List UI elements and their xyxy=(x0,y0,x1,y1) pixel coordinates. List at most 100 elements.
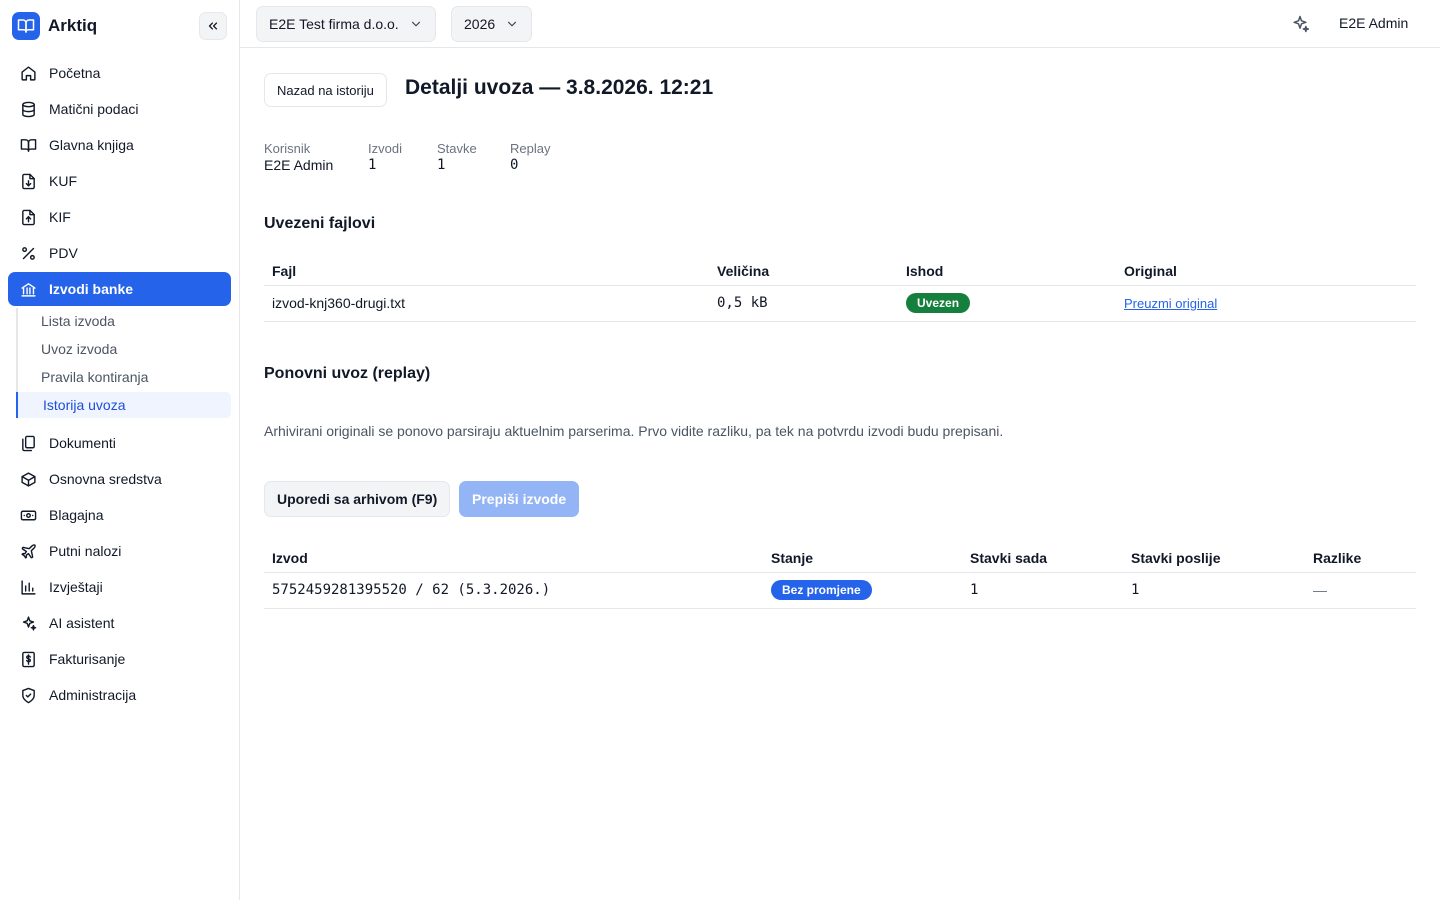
plane-icon xyxy=(21,543,36,559)
sidebar-item-label: Fakturisanje xyxy=(49,651,126,667)
file-size: 0,5 kB xyxy=(709,285,898,322)
sidebar-item-dokumenti[interactable]: Dokumenti xyxy=(8,426,231,460)
items-now: 1 xyxy=(962,572,1123,609)
differences: — xyxy=(1305,572,1416,609)
book-icon xyxy=(20,138,37,152)
replay-title: Ponovni uvoz (replay) xyxy=(264,365,431,382)
column-header: Ishod xyxy=(898,255,1116,286)
replay-table: Izvod Stanje Stavki sada Stavki poslije … xyxy=(264,542,1416,609)
sparkle-icon xyxy=(22,615,37,631)
meta-label: Izvodi xyxy=(368,141,402,156)
meta-value: 1 xyxy=(437,157,446,173)
user-menu[interactable]: E2E Admin xyxy=(1339,15,1408,31)
status-badge: Uvezen xyxy=(906,293,971,313)
sidebar-item-izvjestaji[interactable]: Izvještaji xyxy=(8,570,231,604)
chevron-down-icon xyxy=(508,21,517,27)
sidebar-item-pdv[interactable]: PDV xyxy=(8,236,231,270)
statement-id: 5752459281395520 / 62 (5.3.2026.) xyxy=(264,572,763,609)
sidebar-subitem-lista-izvoda[interactable]: Lista izvoda xyxy=(16,308,231,334)
company-select-value: E2E Test firma d.o.o. xyxy=(269,16,399,32)
sidebar: Arktiq Početna Matični podaci Glavna knj… xyxy=(0,0,240,900)
sidebar-subitem-pravila-kontiranja[interactable]: Pravila kontiranja xyxy=(16,364,231,390)
state-cell: Bez promjene xyxy=(763,572,962,609)
sidebar-item-maticni-podaci[interactable]: Matični podaci xyxy=(8,92,231,126)
meta-label: Korisnik xyxy=(264,141,311,156)
sidebar-item-izvodi-banke[interactable]: Izvodi banke xyxy=(8,272,231,306)
book-open-icon xyxy=(12,12,40,40)
overwrite-statements-button[interactable]: Prepiši izvode xyxy=(459,481,580,517)
meta-value: E2E Admin xyxy=(264,157,334,173)
column-header: Stanje xyxy=(763,542,962,573)
sidebar-item-label: AI asistent xyxy=(49,615,115,631)
home-icon xyxy=(21,65,36,81)
file-download-icon xyxy=(22,173,35,189)
sidebar-item-blagajna[interactable]: Blagajna xyxy=(8,498,231,532)
meta-value: 0 xyxy=(510,157,519,173)
chevron-down-icon xyxy=(411,21,420,27)
sidebar-subitem-uvoz-izvoda[interactable]: Uvoz izvoda xyxy=(16,336,231,362)
shield-icon xyxy=(22,687,35,703)
sidebar-item-kif[interactable]: KIF xyxy=(8,200,231,234)
column-header: Veličina xyxy=(709,255,898,286)
status-cell: Uvezen xyxy=(898,285,1116,322)
page-title: Detalji uvoza — 3.8.2026. 12:21 xyxy=(405,76,714,99)
sidebar-subitem-istorija-uvoza[interactable]: Istorija uvoza xyxy=(16,392,231,418)
documents-icon xyxy=(22,435,35,451)
state-badge: Bez promjene xyxy=(771,580,872,600)
collapse-sidebar-button[interactable] xyxy=(199,12,227,40)
meta-replay: Replay 0 xyxy=(510,141,550,173)
file-name: izvod-knj360-drugi.txt xyxy=(264,285,709,322)
sidebar-item-osnovna-sredstva[interactable]: Osnovna sredstva xyxy=(8,462,231,496)
meta-value: 1 xyxy=(368,157,377,173)
sidebar-item-label: Blagajna xyxy=(49,507,104,523)
column-header: Izvod xyxy=(264,542,763,573)
percent-icon xyxy=(22,246,35,260)
sidebar-item-administracija[interactable]: Administracija xyxy=(8,678,231,712)
column-header: Stavki sada xyxy=(962,542,1123,573)
back-to-history-button[interactable]: Nazad na istoriju xyxy=(264,73,387,107)
invoice-icon xyxy=(22,651,35,667)
sparkle-icon xyxy=(1293,15,1310,33)
table-header-row: Izvod Stanje Stavki sada Stavki poslije … xyxy=(264,542,1416,573)
imported-files-title: Uvezeni fajlovi xyxy=(264,215,376,232)
chart-icon xyxy=(21,579,36,595)
sidebar-item-label: Glavna knjiga xyxy=(49,137,134,153)
items-after: 1 xyxy=(1123,572,1305,609)
sidebar-item-glavna-knjiga[interactable]: Glavna knjiga xyxy=(8,128,231,162)
brand[interactable]: Arktiq xyxy=(12,12,97,40)
sidebar-item-label: Izvještaji xyxy=(49,579,103,595)
sidebar-nav: Početna Matični podaci Glavna knjiga KUF… xyxy=(8,56,231,714)
brand-name: Arktiq xyxy=(48,16,98,35)
download-original-link[interactable]: Preuzmi original xyxy=(1124,296,1217,311)
compare-archive-button[interactable]: Uporedi sa arhivom (F9) xyxy=(264,481,451,517)
sidebar-item-putni-nalozi[interactable]: Putni nalozi xyxy=(8,534,231,568)
sidebar-item-fakturisanje[interactable]: Fakturisanje xyxy=(8,642,231,676)
imported-files-table: Fajl Veličina Ishod Original izvod-knj36… xyxy=(264,255,1416,322)
sidebar-item-label: Početna xyxy=(49,65,101,81)
sidebar-item-label: Izvodi banke xyxy=(49,281,134,297)
meta-label: Replay xyxy=(510,141,551,156)
column-header: Fajl xyxy=(264,255,709,286)
chevrons-left-icon xyxy=(208,22,218,30)
sidebar-item-pocetna[interactable]: Početna xyxy=(8,56,231,90)
ai-assistant-button[interactable] xyxy=(1288,12,1312,36)
bank-icon xyxy=(21,282,36,297)
table-row: 5752459281395520 / 62 (5.3.2026.) Bez pr… xyxy=(264,572,1416,609)
table-header-row: Fajl Veličina Ishod Original xyxy=(264,255,1416,286)
sidebar-item-label: Putni nalozi xyxy=(49,543,122,559)
column-header: Stavki poslije xyxy=(1123,542,1305,573)
sidebar-item-ai-asistent[interactable]: AI asistent xyxy=(8,606,231,640)
meta-user: Korisnik E2E Admin xyxy=(264,141,333,173)
sidebar-item-kuf[interactable]: KUF xyxy=(8,164,231,198)
meta-label: Stavke xyxy=(437,141,477,156)
year-select[interactable]: 2026 xyxy=(451,6,533,42)
box-icon xyxy=(21,471,36,487)
sidebar-item-label: Dokumenti xyxy=(49,435,116,451)
sidebar-item-label: PDV xyxy=(49,245,78,261)
database-icon xyxy=(22,101,35,117)
file-upload-icon xyxy=(22,209,35,225)
column-header: Razlike xyxy=(1305,542,1416,573)
company-select[interactable]: E2E Test firma d.o.o. xyxy=(256,6,436,42)
sidebar-item-label: Matični podaci xyxy=(49,101,139,117)
year-select-value: 2026 xyxy=(464,16,496,32)
